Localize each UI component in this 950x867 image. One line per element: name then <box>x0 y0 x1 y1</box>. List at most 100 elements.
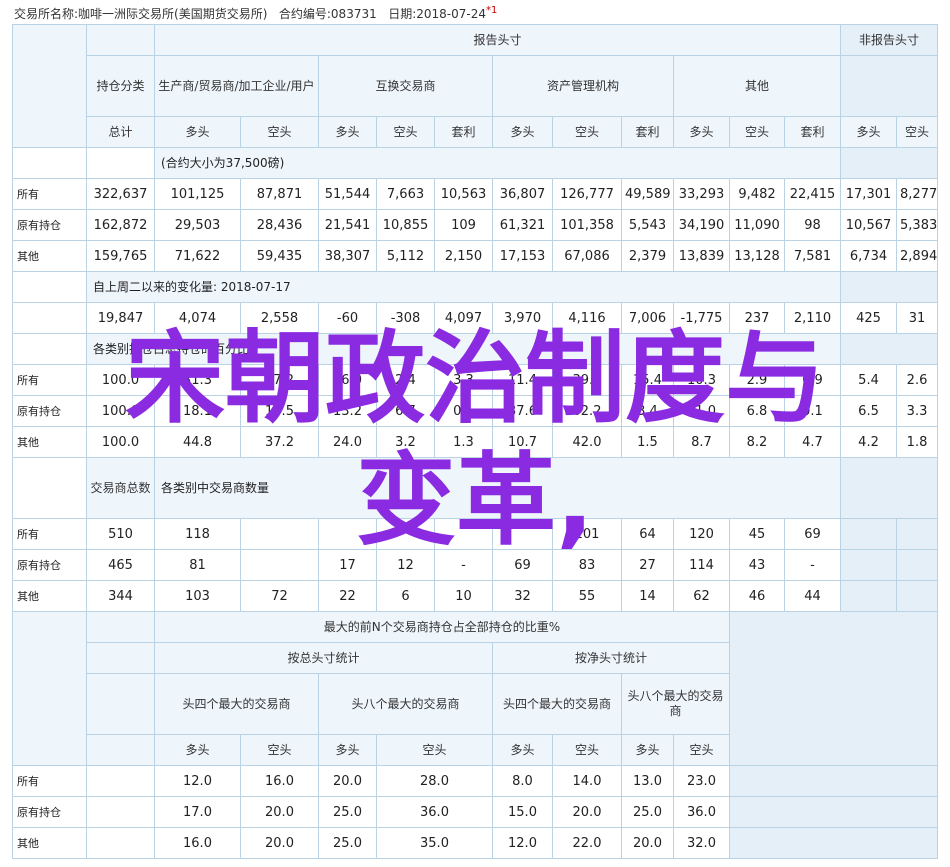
header-short: 空头 <box>552 116 622 148</box>
header-gross: 按总头寸统计 <box>154 642 493 674</box>
header-top4: 头四个最大的交易商 <box>154 673 319 735</box>
section-title: 自上周二以来的变化量: 2018-07-17 <box>85 271 842 303</box>
value-cell <box>376 518 435 550</box>
value-cell: 5,543 <box>621 209 674 241</box>
value-cell: 9,482 <box>729 178 785 210</box>
value-cell: 114 <box>673 549 730 581</box>
row-label <box>12 302 87 334</box>
row-label: 原有持仓 <box>12 395 87 427</box>
table-row: 所有 12.0 16.0 20.0 28.0 8.0 14.0 13.0 23.0 <box>12 765 939 797</box>
value-cell: 5,383 <box>896 209 939 241</box>
table-row: 原有持仓 17.0 20.0 25.0 36.0 15.0 20.0 25.0 36.0 <box>12 796 939 828</box>
header-swap: 互换交易商 <box>318 55 493 117</box>
value-cell: 12.0 <box>492 827 553 859</box>
value-cell: 62.2 <box>552 395 622 427</box>
value-cell: 44 <box>783 580 842 612</box>
value-cell: 2,558 <box>240 302 319 334</box>
value-cell: 25.0 <box>318 796 377 828</box>
row-label: 其他 <box>12 426 87 458</box>
section-blank <box>840 147 939 179</box>
value-cell <box>86 827 155 859</box>
value-cell: 36.0 <box>673 796 730 828</box>
row-label: 原有持仓 <box>12 209 87 241</box>
value-cell: 3.2 <box>376 426 435 458</box>
row-label: 其他 <box>12 240 87 272</box>
value-cell: 15.0 <box>492 796 553 828</box>
value-cell: 159,765 <box>86 240 155 272</box>
value-cell: 10.3 <box>673 364 730 396</box>
value-cell: 21.0 <box>673 395 730 427</box>
value-cell: 7,581 <box>783 240 842 272</box>
section-blank <box>12 147 87 179</box>
header-row-groups: 报告头寸 非报告头寸 <box>12 24 939 148</box>
value-cell: 6.9 <box>783 364 842 396</box>
section-blank <box>728 796 939 828</box>
value-cell: 118 <box>154 518 241 550</box>
value-cell: 10 <box>434 580 493 612</box>
value-cell: 51,544 <box>318 178 377 210</box>
value-cell: 2.9 <box>729 364 785 396</box>
value-cell <box>840 580 898 612</box>
header-row-categories: 持仓分类 生产商/贸易商/加工企业/用户 互换交易商 资产管理机构 其他 <box>13 55 939 117</box>
header-short: 空头 <box>896 116 939 148</box>
header-top4: 头四个最大的交易商 <box>492 673 622 735</box>
value-cell: 71,622 <box>154 240 241 272</box>
concentration-corner <box>12 611 87 766</box>
header-top8: 头八个最大的交易商 <box>318 673 493 735</box>
value-cell: 22 <box>318 580 377 612</box>
header-blank <box>86 642 155 674</box>
section-blank <box>86 147 155 179</box>
value-cell <box>240 518 319 550</box>
date-label: 日期:2018-07-24 <box>388 7 486 21</box>
row-label: 所有 <box>12 765 87 797</box>
value-cell: 43 <box>729 549 785 581</box>
value-cell: 16.0 <box>318 364 377 396</box>
header-blank <box>86 734 155 766</box>
concentration-title-row: 最大的前N个交易商持仓占全部持仓的比重% <box>12 611 939 766</box>
value-cell: 101 <box>552 518 622 550</box>
value-cell: 162,872 <box>86 209 155 241</box>
value-cell: 2.6 <box>896 364 939 396</box>
header-long: 多头 <box>318 734 377 766</box>
value-cell: 46 <box>729 580 785 612</box>
value-cell: 87,871 <box>240 178 319 210</box>
value-cell: 1.5 <box>621 426 674 458</box>
table-row: 其他 100.0 44.8 37.2 24.0 3.2 1.3 10.7 42.0 1.5 8.7 8… <box>12 426 939 458</box>
value-cell: 4.7 <box>783 426 842 458</box>
value-cell: 20.0 <box>318 765 377 797</box>
value-cell: 20.0 <box>552 796 622 828</box>
value-cell <box>896 580 939 612</box>
value-cell: 2.4 <box>376 364 435 396</box>
table-row: 其他 159,765 71,622 59,435 38,307 5,112 2,150 17,… <box>12 240 939 272</box>
value-cell: 12.0 <box>154 765 241 797</box>
header-long: 多头 <box>673 116 730 148</box>
value-cell: 3.4 <box>621 395 674 427</box>
value-cell: 3.3 <box>434 364 493 396</box>
value-cell: 5,112 <box>376 240 435 272</box>
value-cell: 6.7 <box>376 395 435 427</box>
value-cell: 109 <box>434 209 493 241</box>
value-cell: 42.0 <box>552 426 622 458</box>
value-cell: 20.0 <box>621 827 674 859</box>
value-cell: 5.4 <box>840 364 898 396</box>
value-cell: 8,277 <box>896 178 939 210</box>
header-spread: 套利 <box>621 116 674 148</box>
table-row: 原有持仓 465 81 17 12-69 83 27 114 43- <box>12 549 939 581</box>
value-cell: 6.5 <box>840 395 898 427</box>
header-row-subcolumns: 总计 多头 空头 多头 空头 套利 多头 空头 套利 多头 空头 套利 多头 空头 <box>13 116 939 148</box>
value-cell: 101,125 <box>154 178 241 210</box>
section-title: (合约大小为37,500磅) <box>153 147 842 179</box>
footnote-marker: *1 <box>485 5 498 16</box>
value-cell: 126,777 <box>552 178 622 210</box>
table-row: 其他 16.0 20.0 25.0 35.0 12.0 22.0 20.0 32.0 <box>12 827 939 859</box>
value-cell: 14.0 <box>552 765 622 797</box>
value-cell: 31 <box>896 302 939 334</box>
value-cell: 36.0 <box>376 796 493 828</box>
header-spread: 套利 <box>783 116 842 148</box>
value-cell: 3.3 <box>896 395 939 427</box>
value-cell: 27 <box>621 549 674 581</box>
value-cell: 22,415 <box>783 178 842 210</box>
value-cell: 344 <box>86 580 155 612</box>
header-holding-class: 持仓分类 <box>86 55 155 117</box>
value-cell: 38,307 <box>318 240 377 272</box>
